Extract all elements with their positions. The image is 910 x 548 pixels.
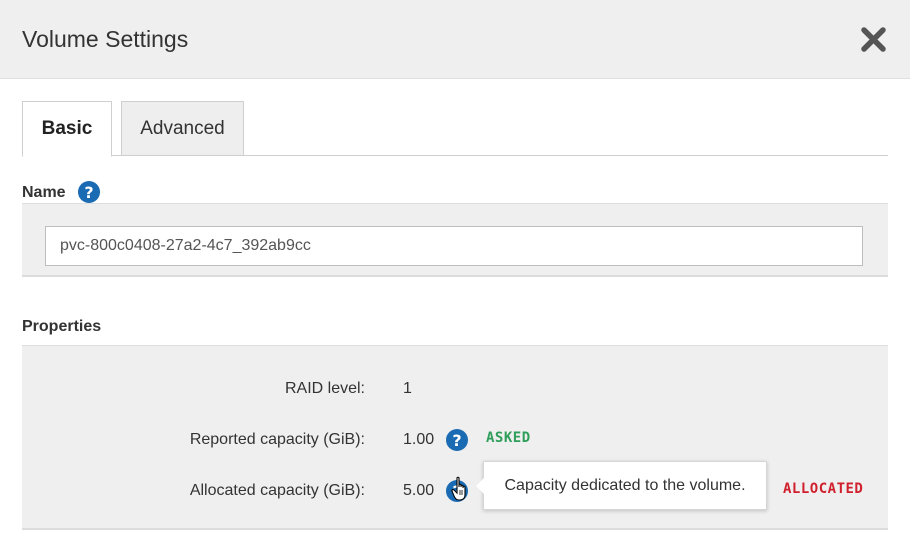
properties-heading: Properties — [22, 318, 102, 335]
raid-level-label: RAID level: — [284, 380, 365, 397]
allocated-badge: ALLOCATED — [783, 481, 864, 497]
asked-badge: ASKED — [486, 430, 531, 446]
tooltip-arrow — [476, 478, 484, 494]
reported-capacity-label: Reported capacity (GiB): — [189, 431, 365, 448]
close-icon[interactable] — [860, 26, 887, 53]
tooltip-text: Capacity dedicated to the volume. — [504, 476, 746, 494]
tab-basic[interactable]: Basic — [22, 101, 112, 157]
dialog-title: Volume Settings — [22, 26, 189, 52]
name-panel — [22, 203, 888, 277]
help-tooltip: Capacity dedicated to the volume. — [476, 461, 767, 510]
tab-bar: Basic Advanced — [22, 101, 888, 157]
reported-capacity-help-icon[interactable]: ? — [446, 429, 468, 451]
allocated-capacity-help-icon[interactable]: ? — [446, 480, 468, 502]
properties-panel: RAID level: 1 Reported capacity (GiB): 1… — [22, 345, 888, 530]
raid-level-value: 1 — [403, 380, 412, 397]
reported-capacity-value: 1.00 — [403, 431, 435, 448]
dialog-header: Volume Settings — [0, 0, 910, 79]
name-help-icon[interactable]: ? — [78, 181, 100, 203]
allocated-capacity-value: 5.00 — [403, 482, 435, 499]
allocated-capacity-label: Allocated capacity (GiB): — [189, 482, 365, 499]
name-label: Name — [22, 184, 66, 201]
name-input[interactable] — [45, 226, 863, 266]
tab-advanced[interactable]: Advanced — [121, 101, 244, 156]
